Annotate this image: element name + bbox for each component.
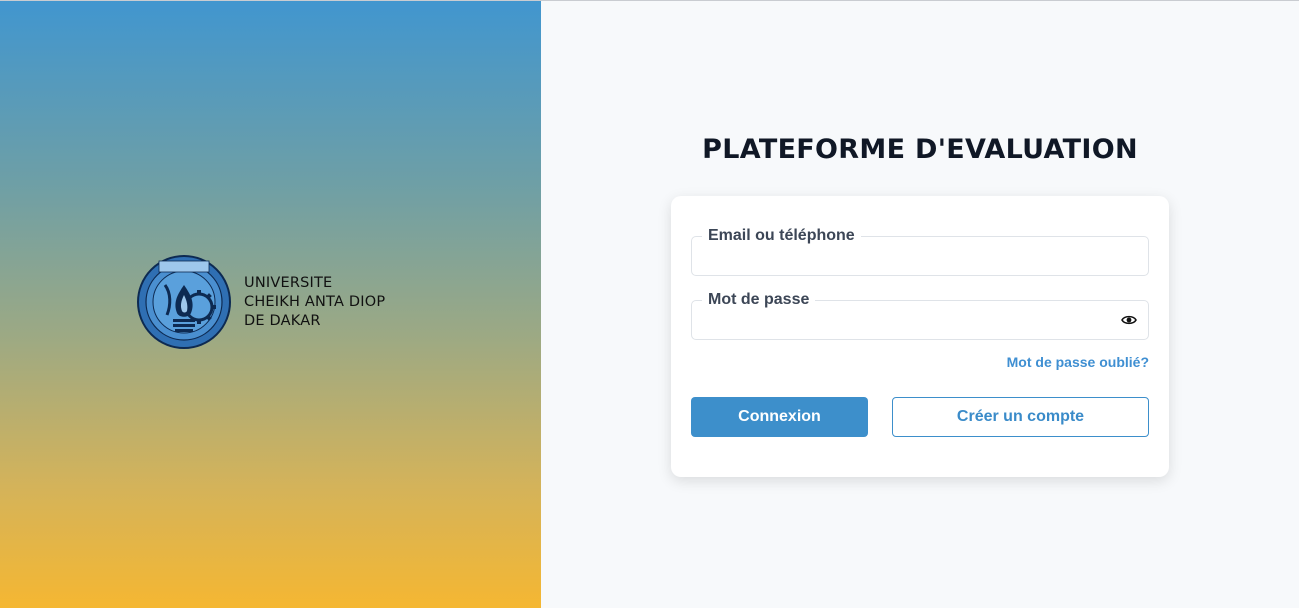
password-label: Mot de passe (702, 291, 816, 309)
page-title: PLATEFORME D'EVALUATION (702, 134, 1138, 165)
password-input[interactable] (704, 309, 1104, 331)
email-label: Email ou téléphone (702, 227, 861, 245)
university-logo (137, 255, 231, 349)
university-name: UNIVERSITE CHEIKH ANTA DIOP DE DAKAR (244, 274, 385, 331)
login-card: Email ou téléphone Mot de passe Mot de p… (671, 196, 1169, 477)
university-line-1: UNIVERSITE (244, 274, 333, 291)
password-field[interactable]: Mot de passe (691, 291, 1149, 340)
forgot-password-link[interactable]: Mot de passe oublié? (1007, 354, 1149, 370)
login-panel: PLATEFORME D'EVALUATION Email ou télépho… (541, 1, 1299, 608)
university-brand: UNIVERSITE CHEIKH ANTA DIOP DE DAKAR (137, 255, 385, 349)
create-account-button[interactable]: Créer un compte (892, 397, 1149, 437)
branding-panel: UNIVERSITE CHEIKH ANTA DIOP DE DAKAR (0, 1, 541, 608)
email-input[interactable] (704, 245, 1104, 267)
university-line-2: CHEIKH ANTA DIOP (244, 293, 386, 310)
email-field[interactable]: Email ou téléphone (691, 227, 1149, 276)
eye-icon[interactable] (1121, 313, 1137, 327)
login-button[interactable]: Connexion (691, 397, 868, 437)
university-line-3: DE DAKAR (244, 312, 321, 329)
